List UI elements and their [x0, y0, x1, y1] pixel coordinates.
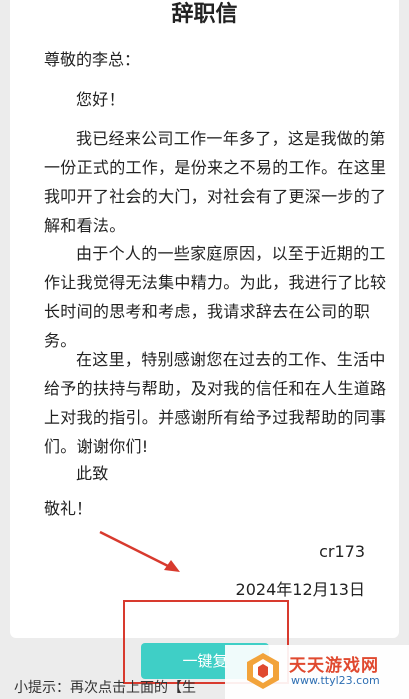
letter-paragraph: 此致 — [76, 464, 109, 483]
letter-date: 2024年12月13日 — [235, 580, 365, 599]
letter-greeting: 尊敬的李总： — [44, 50, 141, 69]
letter-closing: 敬礼！ — [44, 499, 93, 518]
game-logo-icon — [247, 653, 279, 689]
letter-paragraph: 您好！ — [76, 90, 125, 109]
watermark-url: www.ttyl23.com — [291, 674, 380, 687]
annotation-arrow-icon — [99, 530, 180, 572]
letter-card: 辞职信 尊敬的李总： 您好！ 我已经来公司工作一年多了，这是我做的第一份正式的工… — [10, 0, 399, 638]
watermark: 天天游戏网 www.ttyl23.com — [225, 645, 409, 699]
watermark-title: 天天游戏网 — [289, 656, 379, 676]
letter-paragraph: 在这里，特别感谢您在过去的工作、生活中给予的扶持与帮助，及对我的信任和在人生道路… — [44, 350, 387, 456]
letter-signature: cr173 — [319, 542, 365, 561]
letter-paragraph: 我已经来公司工作一年多了，这是我做的第一份正式的工作，是份来之不易的工作。在这里… — [44, 129, 387, 235]
letter-title: 辞职信 — [171, 2, 238, 27]
letter-paragraph: 由于个人的一些家庭原因，以至于近期的工作让我觉得无法集中精力。为此，我进行了比较… — [44, 244, 387, 350]
